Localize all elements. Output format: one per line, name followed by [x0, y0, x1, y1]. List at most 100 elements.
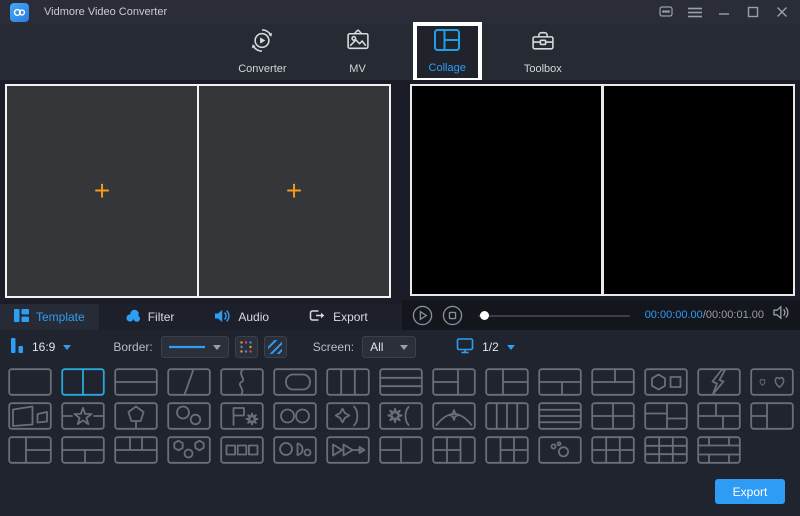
nav-item-collage annotation-highlight-box[interactable]: Collage [413, 22, 482, 82]
nav-item-mv[interactable]: MV [329, 22, 387, 83]
editor-tab-bar: Template Filter Audio [0, 304, 402, 330]
time-display: 00:00:00.00/00:00:01.00 [645, 309, 764, 321]
template-pentagon-line[interactable] [114, 402, 158, 430]
chevron-down-icon [400, 345, 408, 350]
progress-track [478, 315, 630, 317]
border-pattern-button[interactable] [264, 336, 287, 358]
border-style-dropdown[interactable] [161, 336, 229, 358]
pager-dropdown-icon [507, 345, 515, 350]
maximize-button[interactable] [743, 3, 763, 21]
template-cols3[interactable] [326, 368, 370, 396]
aspect-ratio-icon [10, 337, 24, 357]
template-panel: 16:9 Border: Screen: All [0, 330, 800, 516]
nav-label-collage: Collage [429, 62, 466, 74]
template-icon [14, 309, 29, 325]
template-top3-bottom[interactable] [114, 436, 158, 464]
template-left2-rightcol[interactable] [432, 368, 476, 396]
template-cols2[interactable] [61, 368, 105, 396]
template-burst-bracket[interactable] [379, 402, 423, 430]
collage-editor: + + [5, 84, 391, 298]
collage-cell-2[interactable]: + [197, 86, 389, 296]
template-arch-sparkle[interactable] [432, 402, 476, 430]
template-curve[interactable] [220, 368, 264, 396]
chevron-down-icon [63, 345, 71, 350]
template-grid3x2[interactable] [591, 436, 635, 464]
mv-icon [345, 28, 371, 58]
tab-filter[interactable]: Filter [111, 304, 189, 330]
template-top2-bottom[interactable] [591, 368, 635, 396]
template-shapes3-diag[interactable] [167, 436, 211, 464]
screen-dropdown[interactable]: All [362, 336, 416, 358]
template-stagger-h[interactable] [697, 402, 741, 430]
collage-editor-panel: + + Template [0, 80, 402, 330]
screen-value: All [370, 340, 383, 354]
template-row [8, 436, 800, 464]
template-gridleft-rightcol[interactable] [432, 436, 476, 464]
template-top-bottom2[interactable] [61, 436, 105, 464]
volume-icon[interactable] [773, 305, 790, 325]
template-left2-rightcol-sm[interactable] [750, 402, 794, 430]
menu-icon[interactable] [685, 3, 705, 21]
preview-cell-2 [601, 86, 793, 294]
template-cols4[interactable] [485, 402, 529, 430]
template-hearts[interactable] [750, 368, 794, 396]
template-leftcol-right2[interactable] [485, 368, 529, 396]
preview-cell-1 [412, 86, 601, 294]
template-diagonal[interactable] [167, 368, 211, 396]
aspect-ratio-dropdown[interactable]: 16:9 [10, 337, 71, 357]
minimize-button[interactable] [714, 3, 734, 21]
screen-label: Screen: [313, 340, 354, 354]
border-color-button[interactable] [235, 336, 258, 358]
add-video-plus-icon: + [94, 177, 110, 205]
template-leftcol-gridright[interactable] [485, 436, 529, 464]
template-play-arrows[interactable] [326, 436, 370, 464]
template-left2-rightcol-md[interactable] [379, 436, 423, 464]
collage-icon [433, 28, 461, 57]
stop-button[interactable] [442, 305, 463, 326]
template-single[interactable] [8, 368, 52, 396]
close-button[interactable] [772, 3, 792, 21]
template-frame-center[interactable] [697, 436, 741, 464]
template-rows2[interactable] [114, 368, 158, 396]
template-top-bottom2[interactable] [538, 368, 582, 396]
template-pager[interactable]: 1/2 [456, 337, 515, 357]
export-button[interactable]: Export [715, 479, 785, 504]
template-hex-square[interactable] [644, 368, 688, 396]
tab-label-template: Template [36, 310, 85, 324]
template-leftcol-right2[interactable] [8, 436, 52, 464]
template-stagger-v[interactable] [644, 402, 688, 430]
tab-template[interactable]: Template [0, 304, 99, 330]
template-squares3[interactable] [220, 436, 264, 464]
tab-audio[interactable]: Audio [200, 304, 283, 330]
tab-export[interactable]: Export [295, 304, 382, 330]
template-dots[interactable] [538, 436, 582, 464]
template-flag-gear[interactable] [220, 402, 264, 430]
template-star-line[interactable] [61, 402, 105, 430]
progress-knob[interactable] [480, 311, 489, 320]
progress-slider[interactable] [478, 305, 630, 326]
template-trapezoids[interactable] [8, 402, 52, 430]
border-label: Border: [113, 340, 152, 354]
collage-cell-1[interactable]: + [7, 86, 197, 296]
preview-panel: 00:00:00.00/00:00:01.00 [402, 80, 800, 330]
feedback-icon[interactable] [656, 3, 676, 21]
template-circles-diag[interactable] [167, 402, 211, 430]
template-round-inset[interactable] [273, 368, 317, 396]
tab-label-audio: Audio [238, 310, 269, 324]
add-video-plus-icon: + [286, 177, 302, 205]
template-grid2x2[interactable] [591, 402, 635, 430]
filter-icon [125, 309, 141, 326]
template-circles2[interactable] [273, 402, 317, 430]
nav-item-toolbox[interactable]: Toolbox [508, 22, 578, 83]
screen-monitor-icon [456, 337, 474, 357]
template-rows3[interactable] [379, 368, 423, 396]
template-grid [0, 364, 800, 464]
template-circle-semi-dot[interactable] [273, 436, 317, 464]
template-rows4[interactable] [538, 402, 582, 430]
template-clover-bracket[interactable] [326, 402, 370, 430]
nav-item-converter[interactable]: Converter [222, 22, 302, 83]
toolbox-icon [530, 28, 556, 58]
template-lightning[interactable] [697, 368, 741, 396]
play-button[interactable] [412, 305, 433, 326]
template-grid3x3[interactable] [644, 436, 688, 464]
